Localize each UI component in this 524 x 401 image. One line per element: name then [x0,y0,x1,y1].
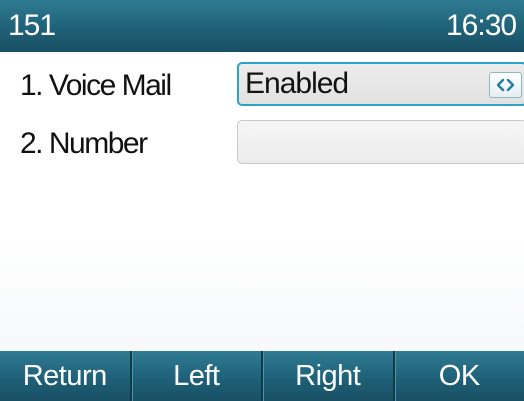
clock-time: 16:30 [446,9,517,42]
setting-label-number: 2. Number [20,124,148,164]
account-label: 151 [8,9,56,42]
setting-row-voice-mail: 1. Voice Mail Enabled [0,59,524,115]
number-input[interactable] [237,120,524,164]
setting-index: 2. [20,127,44,160]
setting-name: Number [48,127,148,160]
status-bar: 151 16:30 [0,0,524,52]
left-right-arrows-glyph [497,78,514,92]
left-button[interactable]: Left [129,351,262,401]
phone-screen: 151 16:30 1. Voice Mail Enabled 2. Numbe… [0,0,524,401]
voice-mail-value: Enabled [245,67,349,100]
voice-mail-select[interactable]: Enabled [237,62,524,106]
right-button[interactable]: Right [261,351,393,401]
softkey-bar: Return Left Right OK [0,351,524,401]
return-button[interactable]: Return [0,351,130,401]
setting-label-voice-mail: 1. Voice Mail [20,66,172,106]
setting-name: Voice Mail [48,69,172,102]
setting-row-number: 2. Number [0,117,524,173]
left-right-arrows-icon[interactable] [489,72,522,98]
ok-button[interactable]: OK [392,351,524,401]
setting-index: 1. [20,69,44,102]
